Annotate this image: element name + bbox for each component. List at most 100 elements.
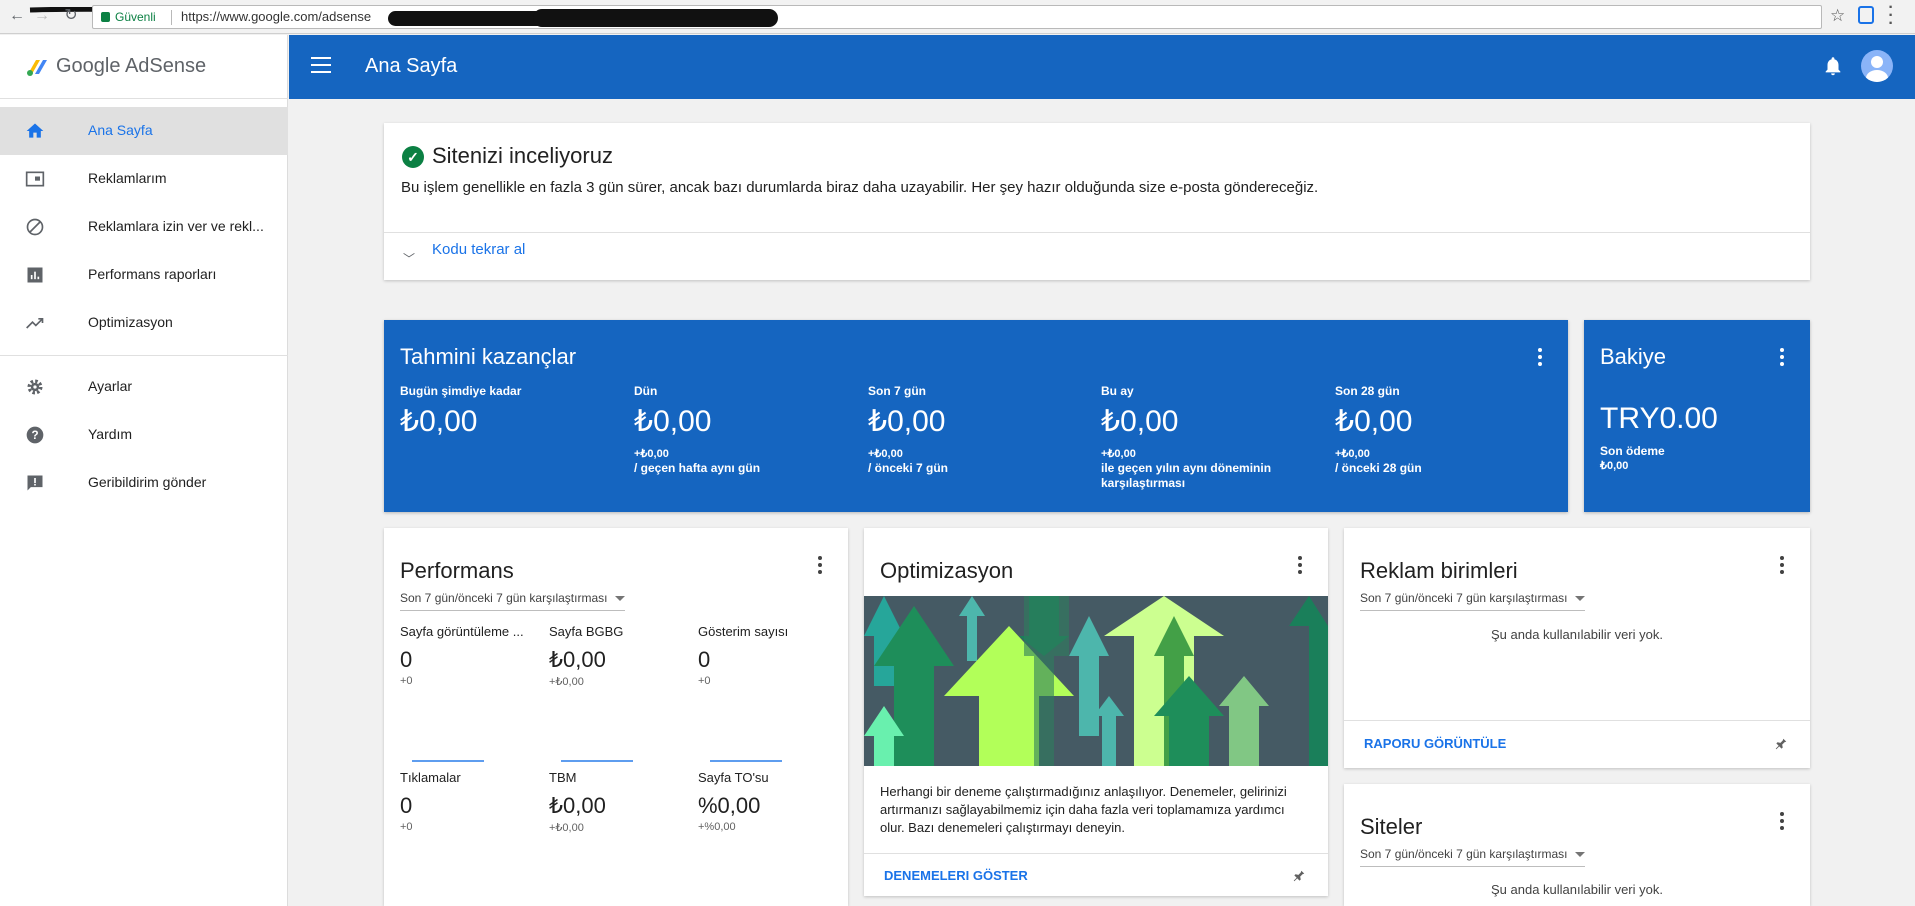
sidebar-item-settings[interactable]: Ayarlar: [0, 363, 288, 411]
feedback-icon: [27, 475, 43, 491]
reload-icon[interactable]: ↻: [62, 7, 80, 25]
date-range-dropdown[interactable]: Son 7 gün/önceki 7 gün karşılaştırması: [1360, 847, 1586, 867]
metric-value: ₺0,00: [549, 793, 606, 818]
sparkline: [412, 760, 484, 762]
sparkline: [710, 760, 782, 762]
back-icon[interactable]: ←: [8, 7, 26, 25]
metric-compare: ile geçen yılın aynı döneminin karşılaşt…: [1101, 461, 1272, 490]
notification-bell-icon[interactable]: [1822, 55, 1844, 77]
bookmark-star-icon[interactable]: ☆: [1830, 6, 1845, 26]
metric-value: ₺0,00: [1335, 405, 1413, 438]
forward-icon[interactable]: →: [33, 7, 51, 25]
more-vert-icon[interactable]: [1779, 556, 1785, 577]
date-range-dropdown[interactable]: Son 7 gün/önceki 7 gün karşılaştırması: [400, 591, 626, 611]
optimization-message: Herhangi bir deneme çalıştırmadığınız an…: [880, 784, 1287, 835]
performance-metric: Sayfa BGBG ₺0,00 +₺0,00: [549, 624, 689, 688]
metric-change: +0: [400, 821, 413, 833]
sidebar-item-label: Yardım: [88, 426, 133, 442]
sidebar-item-label: Ana Sayfa: [88, 122, 153, 138]
help-icon: ?: [26, 426, 44, 444]
performance-metric: Sayfa TO'su %0,00 +%0,00: [698, 770, 838, 833]
avatar[interactable]: [1861, 50, 1893, 82]
metric-change: +%0,00: [698, 821, 736, 833]
site-review-card: ✓ Sitenizi inceliyoruz Bu işlem genellik…: [384, 123, 1810, 280]
earnings-metric: Son 28 gün ₺0,00 +₺0,00 / önceki 28 gün: [1335, 384, 1565, 476]
date-range-dropdown[interactable]: Son 7 gün/önceki 7 gün karşılaştırması: [1360, 591, 1586, 611]
metric-label: Son 28 gün: [1335, 384, 1400, 398]
logo-text: Google AdSense: [56, 55, 207, 77]
sites-card: Siteler Son 7 gün/önceki 7 gün karşılaşt…: [1344, 784, 1810, 906]
card-divider: [864, 853, 1328, 854]
metric-change: +₺0,00: [1101, 448, 1136, 460]
performance-metric: Tıklamalar 0 +0: [400, 770, 540, 833]
dropdown-caret-icon: [615, 596, 626, 602]
pin-icon[interactable]: [1774, 736, 1788, 752]
card-divider: [1344, 720, 1810, 721]
sidebar-item-allow-block[interactable]: Reklamlara izin ver ve rekl...: [0, 203, 288, 251]
more-vert-icon[interactable]: [817, 556, 823, 577]
get-code-again-link[interactable]: Kodu tekrar al: [432, 241, 525, 258]
metric-change: +₺0,00: [549, 822, 584, 834]
svg-text:?: ?: [31, 429, 38, 442]
estimated-earnings-card: Tahmini kazançlar Bugün şimdiye kadar ₺0…: [384, 320, 1568, 512]
sidebar-item-label: Performans raporları: [88, 266, 217, 282]
sidebar-item-label: Reklamlara izin ver ve rekl...: [88, 218, 264, 234]
sidebar: Google AdSense Ana Sayfa Reklamlarım Rek…: [0, 35, 288, 906]
hamburger-menu-icon[interactable]: [311, 57, 331, 73]
performance-metric: Gösterim sayısı 0 +0: [698, 624, 838, 687]
empty-state-text: Şu anda kullanılabilir veri yok.: [1491, 627, 1663, 642]
sidebar-item-my-ads[interactable]: Reklamlarım: [0, 155, 288, 203]
performance-metric: Sayfa görüntüleme ... 0 +0: [400, 624, 540, 687]
extension-icon[interactable]: [1858, 6, 1874, 24]
lock-icon: [101, 12, 110, 22]
ads-icon: [25, 171, 45, 187]
metric-value: ₺0,00: [1101, 405, 1179, 438]
more-vert-icon[interactable]: [1537, 348, 1543, 369]
sidebar-item-home[interactable]: Ana Sayfa: [0, 107, 288, 155]
chevron-down-icon[interactable]: ﹀: [403, 250, 415, 267]
sidebar-item-help[interactable]: ? Yardım: [0, 411, 288, 459]
bar-chart-icon: [27, 267, 43, 283]
dropdown-value: Son 7 gün/önceki 7 gün karşılaştırması: [400, 591, 608, 605]
metric-value: %0,00: [698, 793, 761, 818]
show-experiments-button[interactable]: DENEMELERI GÖSTER: [884, 868, 1028, 883]
last-payment-label: Son ödeme: [1600, 444, 1665, 458]
metric-value: ₺0,00: [549, 647, 606, 672]
sidebar-item-label: Reklamlarım: [88, 170, 167, 186]
browser-menu-icon[interactable]: · · ·: [1886, 0, 1896, 32]
adsense-logo-icon: [27, 60, 47, 76]
address-bar[interactable]: Güvenli https://www.google.com/adsense: [92, 5, 1822, 29]
card-title: Tahmini kazançlar: [400, 344, 577, 369]
sidebar-item-label: Geribildirim gönder: [88, 474, 207, 490]
sidebar-item-reports[interactable]: Performans raporları: [0, 251, 288, 299]
balance-card: Bakiye TRY0.00 Son ödeme ₺0,00: [1584, 320, 1810, 512]
card-title: Reklam birimleri: [1360, 558, 1518, 583]
dropdown-caret-icon: [1575, 852, 1586, 858]
metric-value: ₺0,00: [634, 405, 712, 438]
pin-icon[interactable]: [1292, 868, 1306, 884]
sidebar-item-feedback[interactable]: Geribildirim gönder: [0, 459, 288, 507]
view-report-button[interactable]: RAPORU GÖRÜNTÜLE: [1364, 736, 1506, 751]
metric-label: TBM: [549, 770, 577, 785]
secure-label: Güvenli: [115, 10, 156, 24]
sidebar-item-label: Ayarlar: [88, 378, 133, 394]
card-title: Siteler: [1360, 814, 1423, 839]
metric-label: Sayfa görüntüleme ...: [400, 624, 524, 639]
earnings-metric: Dün ₺0,00 +₺0,00 / geçen hafta aynı gün: [634, 384, 864, 476]
more-vert-icon[interactable]: [1297, 556, 1303, 577]
url-divider: [171, 10, 172, 25]
card-title: Performans: [400, 558, 514, 583]
metric-value: 0: [698, 647, 711, 672]
balance-value: TRY0.00: [1600, 402, 1718, 435]
card-divider: [384, 232, 1810, 233]
metric-compare: / geçen hafta aynı gün: [634, 461, 761, 475]
home-icon: [26, 123, 44, 138]
metric-label: Dün: [634, 384, 658, 398]
ad-units-card: Reklam birimleri Son 7 gün/önceki 7 gün …: [1344, 528, 1810, 768]
more-vert-icon[interactable]: [1779, 812, 1785, 833]
sidebar-item-optimization[interactable]: Optimizasyon: [0, 299, 288, 347]
metric-change: +₺0,00: [549, 676, 584, 688]
card-title: Optimizasyon: [880, 558, 1014, 583]
url-text[interactable]: https://www.google.com/adsense: [181, 6, 371, 28]
more-vert-icon[interactable]: [1779, 348, 1785, 369]
